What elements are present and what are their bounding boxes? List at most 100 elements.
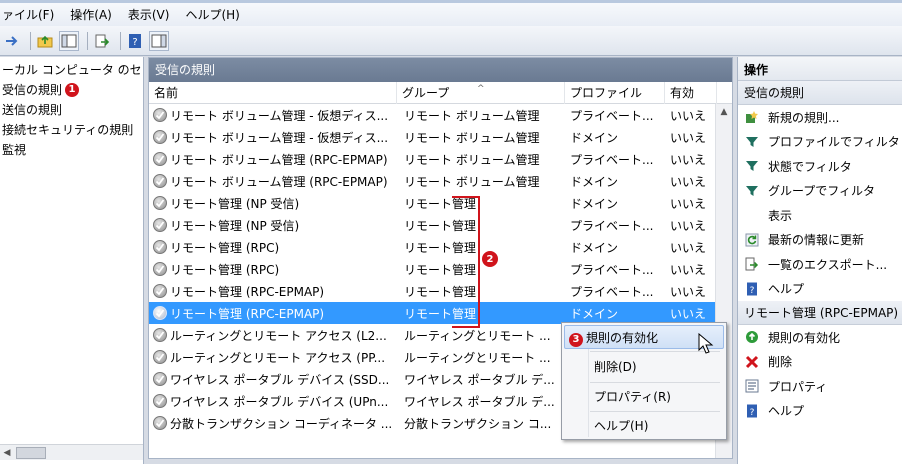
tree-item-monitoring[interactable]: 監視	[0, 140, 143, 160]
tree-item-local-computer[interactable]: ーカル コンピュータ のセ	[0, 60, 143, 80]
rule-disabled-icon	[153, 196, 167, 210]
cell-enabled: いいえ	[670, 218, 707, 233]
action-item[interactable]: 表示	[738, 203, 902, 228]
scroll-thumb[interactable]	[16, 446, 46, 459]
forward-button[interactable]	[2, 31, 22, 51]
scroll-up-icon[interactable]: ▲	[716, 104, 732, 120]
menu-action[interactable]: 操作(A)	[70, 6, 112, 23]
cell-profile: ドメイン	[570, 174, 619, 189]
menu-help[interactable]: ヘルプ(H)	[185, 6, 239, 23]
action-item[interactable]: 最新の情報に更新	[738, 228, 902, 253]
menu-item-delete[interactable]: 削除(D)	[564, 355, 724, 379]
menu-file[interactable]: ァイル(F)	[2, 6, 54, 23]
cell-enabled: いいえ	[670, 262, 707, 277]
cell-profile: ドメイン	[570, 196, 619, 211]
cell-name: ルーティングとリモート アクセス (L2...	[149, 327, 397, 344]
folder-up-icon	[37, 35, 53, 47]
cell-name: リモート管理 (NP 受信)	[149, 195, 397, 212]
cell-name: リモート管理 (RPC-EPMAP)	[149, 305, 397, 322]
export-list-button[interactable]	[92, 31, 112, 51]
column-header: 名前 グループ ^ プロファイル 有効	[149, 82, 732, 104]
action-item[interactable]: プロパティ	[738, 374, 902, 399]
rule-disabled-icon	[153, 328, 167, 342]
cell-group: リモート管理	[404, 284, 477, 299]
table-row[interactable]: リモート ボリューム管理 - 仮想ディス... リモート ボリューム管理 プライベー…	[149, 104, 732, 126]
new-rule-icon	[744, 109, 760, 125]
action-item[interactable]: 一覧のエクスポート...	[738, 252, 902, 277]
column-group[interactable]: グループ ^	[397, 82, 565, 104]
cell-enabled: いいえ	[670, 108, 707, 123]
tree-horizontal-scrollbar[interactable]: ◀	[0, 444, 143, 460]
tree-item-inbound-rules[interactable]: 受信の規則 1	[0, 80, 143, 100]
action-item[interactable]: グループでフィルタ	[738, 179, 902, 204]
cell-name: リモート管理 (RPC-EPMAP)	[149, 283, 397, 300]
actions-section-selected-rule[interactable]: リモート管理 (RPC-EPMAP)	[738, 301, 902, 325]
annotation-bracket	[452, 196, 480, 328]
up-folder-button[interactable]	[35, 31, 55, 51]
table-row[interactable]: リモート ボリューム管理 (RPC-EPMAP) リモート ボリューム管理 プライベ…	[149, 148, 732, 170]
properties-icon	[744, 378, 760, 394]
blank-icon	[744, 207, 760, 223]
annotation-badge-1: 1	[65, 83, 80, 97]
toolbar: ?	[0, 26, 902, 56]
column-profile[interactable]: プロファイル	[565, 82, 665, 104]
table-row[interactable]: リモート ボリューム管理 (RPC-EPMAP) リモート ボリューム管理 ドメイン…	[149, 170, 732, 192]
tree-item-outbound-rules[interactable]: 送信の規則	[0, 100, 143, 120]
action-item[interactable]: 新規の規則...	[738, 105, 902, 130]
cell-group: リモート管理	[404, 240, 477, 255]
cell-group: ルーティングとリモート ...	[404, 328, 551, 343]
cell-name: ルーティングとリモート アクセス (PP...	[149, 349, 397, 366]
column-enabled[interactable]: 有効	[665, 82, 717, 104]
action-pane-icon	[151, 34, 167, 47]
show-hide-tree-button[interactable]	[59, 30, 79, 51]
annotation-badge-3: 3	[569, 333, 583, 347]
show-hide-action-pane-button[interactable]	[149, 30, 169, 51]
rule-disabled-icon	[153, 152, 167, 166]
mouse-cursor-icon	[698, 333, 714, 354]
annotation-badge-2: 2	[482, 251, 498, 267]
table-row[interactable]: リモート管理 (RPC-EPMAP) リモート管理 プライベート... いいえ	[149, 280, 732, 302]
table-row[interactable]: リモート管理 (RPC) リモート管理 ドメイン いいえ	[149, 236, 732, 258]
filter-icon	[744, 134, 760, 150]
menu-separator	[590, 411, 720, 412]
filter-icon	[744, 158, 760, 174]
cell-group: ワイヤレス ポータブル デ...	[404, 372, 555, 387]
actions-section-inbound-rules[interactable]: 受信の規則	[738, 81, 902, 105]
cell-group: リモート管理	[404, 196, 477, 211]
column-name[interactable]: 名前	[149, 82, 397, 104]
table-row[interactable]: リモート管理 (RPC-EPMAP) リモート管理 ドメイン いいえ	[149, 302, 732, 324]
rule-disabled-icon	[153, 416, 167, 430]
console-tree-icon	[61, 34, 77, 47]
cell-name: 分散トランザクション コーディネータ ...	[149, 415, 397, 432]
table-row[interactable]: リモート管理 (RPC) リモート管理 プライベート... いいえ	[149, 258, 732, 280]
cell-name: ワイヤレス ポータブル デバイス (UPn...	[149, 393, 397, 410]
cell-enabled: いいえ	[670, 284, 707, 299]
rule-disabled-icon	[153, 262, 167, 276]
cell-name: リモート ボリューム管理 (RPC-EPMAP)	[149, 173, 397, 190]
cell-group: リモート ボリューム管理	[404, 108, 540, 123]
action-item[interactable]: 規則の有効化	[738, 325, 902, 350]
action-item[interactable]: ? ヘルプ	[738, 399, 902, 424]
scroll-left-icon[interactable]: ◀	[0, 446, 14, 460]
rule-disabled-icon	[153, 372, 167, 386]
menu-item-help[interactable]: ヘルプ(H)	[564, 414, 724, 438]
cell-group: リモート管理	[404, 218, 477, 233]
cell-group: ルーティングとリモート ...	[404, 350, 551, 365]
arrow-right-icon	[6, 35, 18, 46]
table-row[interactable]: リモート管理 (NP 受信) リモート管理 プライベート... いいえ	[149, 214, 732, 236]
action-item[interactable]: プロファイルでフィルタ	[738, 130, 902, 155]
table-row[interactable]: リモート ボリューム管理 - 仮想ディス... リモート ボリューム管理 ドメイン い…	[149, 126, 732, 148]
menu-view[interactable]: 表示(V)	[128, 6, 170, 23]
cell-name: リモート ボリューム管理 (RPC-EPMAP)	[149, 151, 397, 168]
rule-disabled-icon	[153, 240, 167, 254]
help-button[interactable]: ?	[125, 31, 145, 51]
action-item[interactable]: 状態でフィルタ	[738, 154, 902, 179]
action-item[interactable]: 削除	[738, 350, 902, 375]
svg-text:?: ?	[750, 286, 755, 296]
tree-item-connection-security-rules[interactable]: 接続セキュリティの規則	[0, 120, 143, 140]
menu-item-properties[interactable]: プロパティ(R)	[564, 385, 724, 409]
cell-group: リモート ボリューム管理	[404, 130, 540, 145]
rule-disabled-icon	[153, 130, 167, 144]
table-row[interactable]: リモート管理 (NP 受信) リモート管理 ドメイン いいえ	[149, 192, 732, 214]
action-item[interactable]: ? ヘルプ	[738, 277, 902, 302]
